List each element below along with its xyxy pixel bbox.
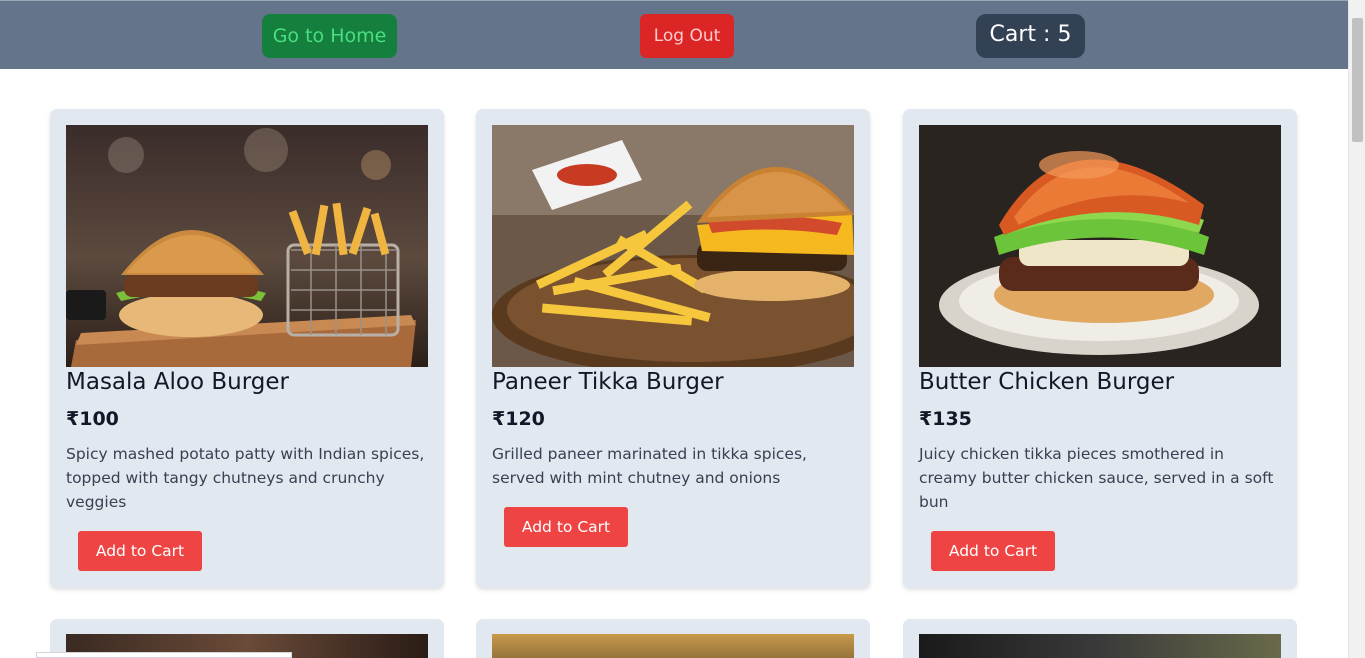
product-name: Masala Aloo Burger xyxy=(66,369,290,395)
cart-count-badge[interactable]: Cart : 5 xyxy=(976,14,1085,58)
product-description: Juicy chicken tikka pieces smothered in … xyxy=(919,445,1274,511)
product-name: Butter Chicken Burger xyxy=(919,369,1175,395)
product-name: Paneer Tikka Burger xyxy=(492,369,724,395)
go-to-home-button[interactable]: Go to Home xyxy=(262,14,397,58)
log-out-button[interactable]: Log Out xyxy=(640,14,734,58)
product-image xyxy=(919,634,1281,658)
top-navbar: Go to Home Log Out Cart : 5 xyxy=(0,0,1348,69)
product-card xyxy=(903,619,1297,658)
add-to-cart-button[interactable]: Add to Cart xyxy=(931,531,1055,571)
product-description: Spicy mashed potato patty with Indian sp… xyxy=(66,445,425,511)
product-card: Masala Aloo Burger ₹100 Spicy mashed pot… xyxy=(50,109,444,588)
product-image xyxy=(492,634,854,658)
product-card xyxy=(476,619,870,658)
add-to-cart-button[interactable]: Add to Cart xyxy=(78,531,202,571)
product-description: Grilled paneer marinated in tikka spices… xyxy=(492,445,807,487)
product-price: ₹100 xyxy=(66,408,119,430)
vertical-scrollbar[interactable] xyxy=(1348,0,1365,658)
status-bar xyxy=(36,652,292,658)
product-image xyxy=(492,125,854,367)
scrollbar-thumb[interactable] xyxy=(1352,18,1363,142)
product-price: ₹120 xyxy=(492,408,545,430)
product-price: ₹135 xyxy=(919,408,972,430)
product-card: Paneer Tikka Burger ₹120 Grilled paneer … xyxy=(476,109,870,588)
product-card: Butter Chicken Burger ₹135 Juicy chicken… xyxy=(903,109,1297,588)
product-image xyxy=(919,125,1281,367)
add-to-cart-button[interactable]: Add to Cart xyxy=(504,507,628,547)
product-image xyxy=(66,125,428,367)
